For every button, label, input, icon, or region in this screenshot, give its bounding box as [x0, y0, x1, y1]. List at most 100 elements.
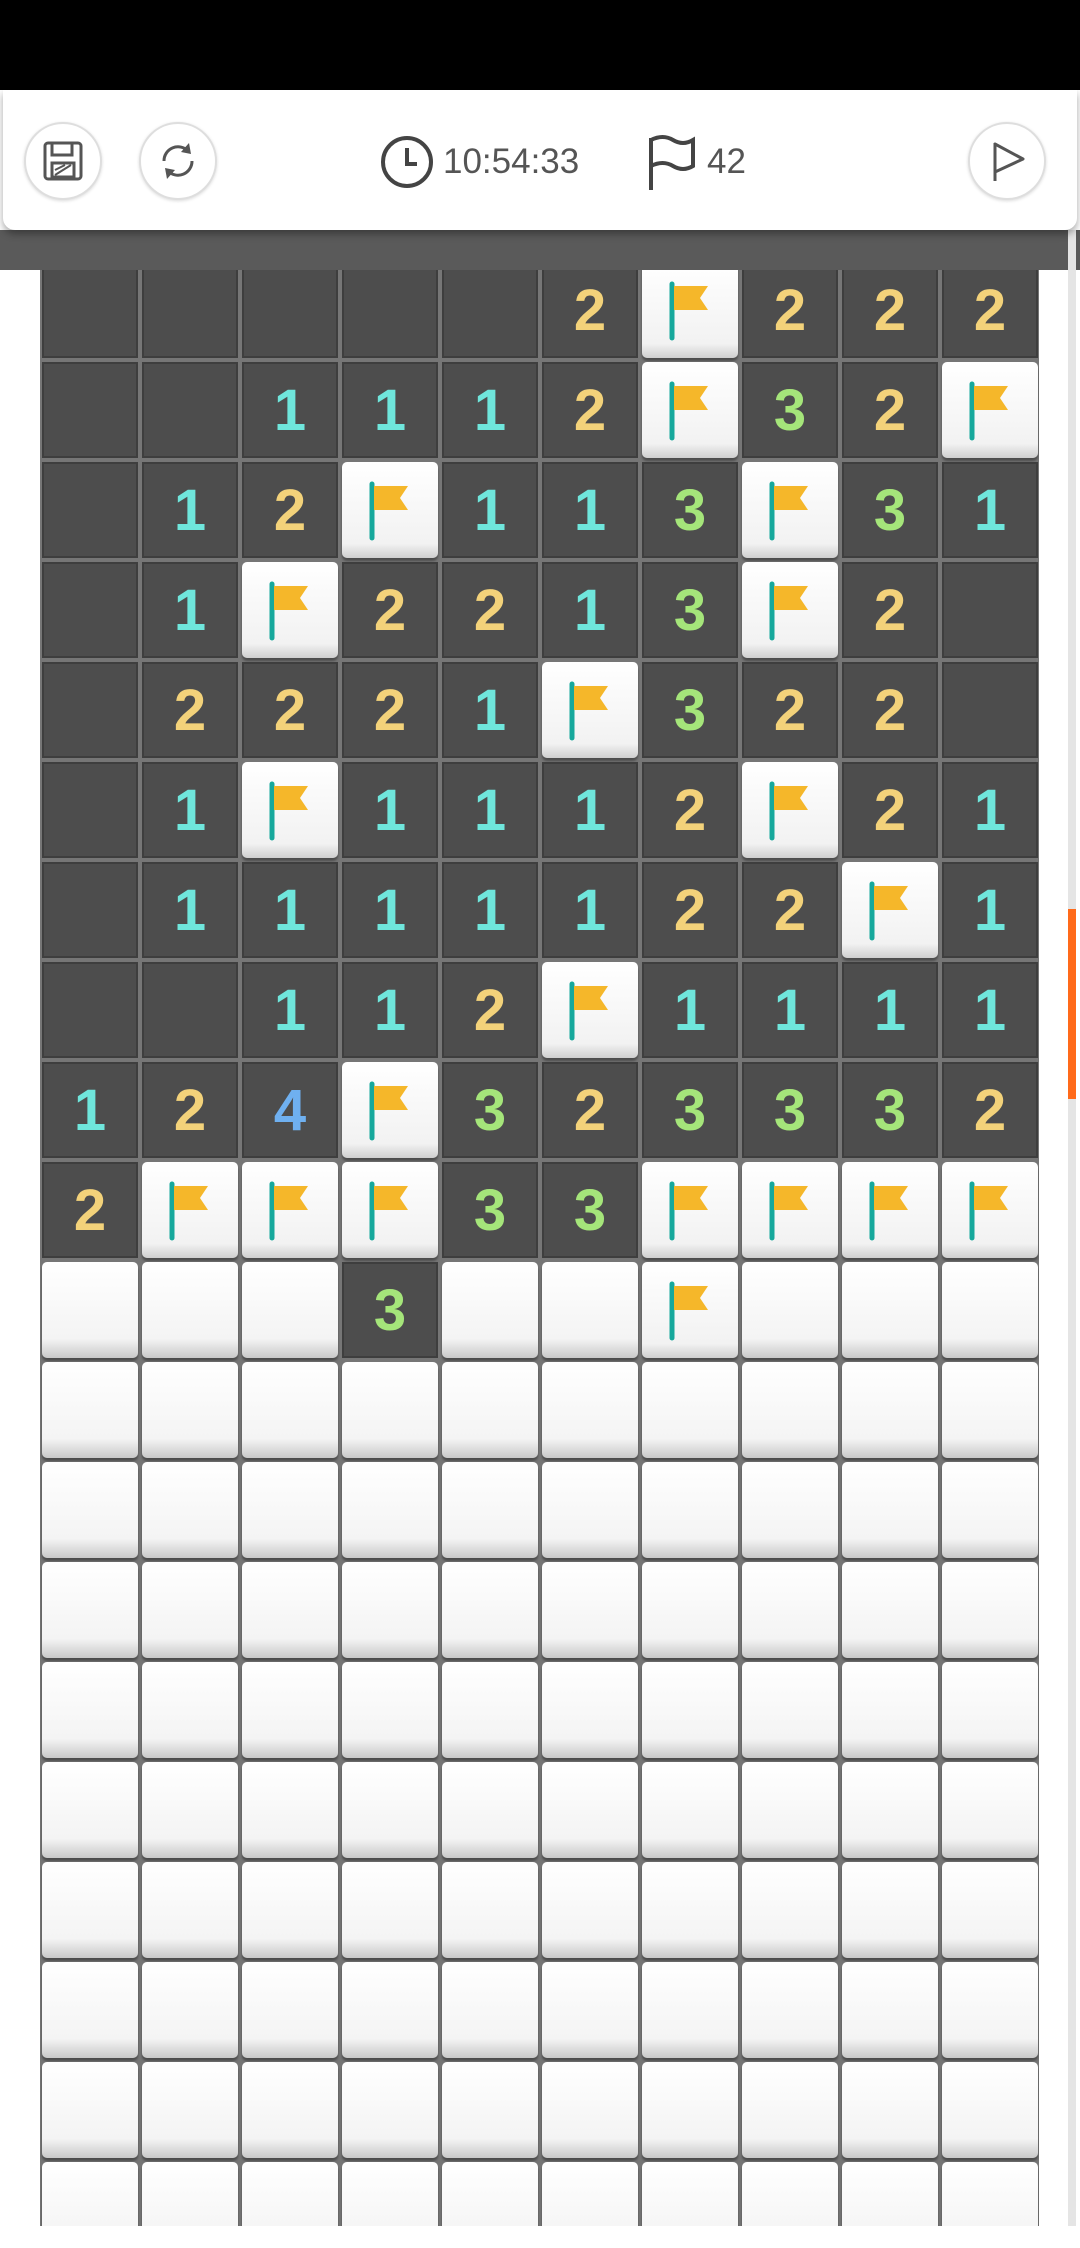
board-cell[interactable]: [442, 1962, 538, 2058]
board-cell[interactable]: [542, 2062, 638, 2158]
minefield-viewport[interactable]: 1111222211123212113311221322221322111122…: [40, 230, 1039, 2230]
board-cell[interactable]: [242, 1962, 338, 2058]
board-cell[interactable]: [942, 1362, 1038, 1458]
board-cell[interactable]: [742, 762, 838, 858]
board-cell[interactable]: [542, 1462, 638, 1558]
board-cell[interactable]: 2: [142, 662, 238, 758]
board-cell[interactable]: 3: [842, 462, 938, 558]
board-cell[interactable]: 1: [42, 1062, 138, 1158]
board-cell[interactable]: [642, 1562, 738, 1658]
board-cell[interactable]: [842, 2162, 938, 2230]
board-cell[interactable]: [842, 2062, 938, 2158]
board-cell[interactable]: 3: [442, 1062, 538, 1158]
board-cell[interactable]: [542, 1862, 638, 1958]
board-cell[interactable]: [42, 1362, 138, 1458]
board-cell[interactable]: 1: [542, 862, 638, 958]
board-cell[interactable]: [142, 1362, 238, 1458]
board-cell[interactable]: 2: [42, 1162, 138, 1258]
board-cell[interactable]: 1: [442, 762, 538, 858]
board-cell[interactable]: 2: [242, 462, 338, 558]
board-cell[interactable]: 1: [442, 362, 538, 458]
board-cell[interactable]: 3: [642, 562, 738, 658]
board-cell[interactable]: [142, 1962, 238, 2058]
board-cell[interactable]: [942, 2062, 1038, 2158]
board-cell[interactable]: [142, 2062, 238, 2158]
board-cell[interactable]: [142, 2162, 238, 2230]
board-cell[interactable]: [242, 262, 338, 358]
board-cell[interactable]: 3: [542, 1162, 638, 1258]
board-cell[interactable]: [742, 1662, 838, 1758]
board-cell[interactable]: [42, 862, 138, 958]
board-cell[interactable]: 2: [942, 262, 1038, 358]
board-cell[interactable]: [242, 1262, 338, 1358]
board-cell[interactable]: 2: [642, 862, 738, 958]
board-cell[interactable]: [342, 1962, 438, 2058]
board-cell[interactable]: [42, 1862, 138, 1958]
board-cell[interactable]: [842, 1262, 938, 1358]
board-cell[interactable]: 2: [442, 962, 538, 1058]
board-cell[interactable]: 2: [342, 662, 438, 758]
board-cell[interactable]: [142, 1262, 238, 1358]
board-cell[interactable]: 2: [642, 762, 738, 858]
board-cell[interactable]: 1: [242, 862, 338, 958]
board-cell[interactable]: [842, 1562, 938, 1658]
board-cell[interactable]: 1: [442, 662, 538, 758]
board-cell[interactable]: [642, 1362, 738, 1458]
board-cell[interactable]: [942, 562, 1038, 658]
board-cell[interactable]: [242, 1862, 338, 1958]
board-cell[interactable]: 2: [142, 1062, 238, 1158]
board-cell[interactable]: [242, 2062, 338, 2158]
flag-mode-button[interactable]: [968, 122, 1046, 200]
board-cell[interactable]: 2: [242, 662, 338, 758]
scrollbar-thumb[interactable]: [1068, 908, 1076, 1099]
board-cell[interactable]: [42, 262, 138, 358]
board-cell[interactable]: 3: [642, 1062, 738, 1158]
board-cell[interactable]: [842, 1862, 938, 1958]
board-cell[interactable]: [942, 1562, 1038, 1658]
board-cell[interactable]: [642, 1962, 738, 2058]
board-cell[interactable]: [342, 462, 438, 558]
board-cell[interactable]: [742, 1962, 838, 2058]
board-cell[interactable]: [42, 1662, 138, 1758]
board-cell[interactable]: [942, 1162, 1038, 1258]
board-cell[interactable]: [42, 962, 138, 1058]
board-cell[interactable]: [42, 762, 138, 858]
board-cell[interactable]: [342, 1162, 438, 1258]
board-cell[interactable]: [642, 262, 738, 358]
board-cell[interactable]: [242, 1562, 338, 1658]
board-cell[interactable]: 1: [742, 962, 838, 1058]
board-cell[interactable]: [742, 1462, 838, 1558]
board-cell[interactable]: 1: [642, 962, 738, 1058]
board-cell[interactable]: [542, 2162, 638, 2230]
board-cell[interactable]: [342, 1662, 438, 1758]
board-cell[interactable]: 3: [742, 362, 838, 458]
board-cell[interactable]: 1: [142, 462, 238, 558]
board-cell[interactable]: 2: [542, 262, 638, 358]
board-cell[interactable]: 2: [842, 762, 938, 858]
save-button[interactable]: [24, 122, 102, 200]
board-cell[interactable]: [242, 1362, 338, 1458]
board-cell[interactable]: [542, 1662, 638, 1758]
board-cell[interactable]: [342, 1462, 438, 1558]
board-cell[interactable]: [942, 1662, 1038, 1758]
board-cell[interactable]: 1: [542, 562, 638, 658]
board-cell[interactable]: 2: [542, 362, 638, 458]
board-cell[interactable]: [42, 662, 138, 758]
board-cell[interactable]: [42, 2062, 138, 2158]
board-cell[interactable]: [742, 1162, 838, 1258]
board-cell[interactable]: 1: [942, 462, 1038, 558]
board-cell[interactable]: 1: [942, 962, 1038, 1058]
board-cell[interactable]: [942, 1462, 1038, 1558]
board-cell[interactable]: [342, 1762, 438, 1858]
board-cell[interactable]: [942, 362, 1038, 458]
board-cell[interactable]: [742, 2162, 838, 2230]
board-cell[interactable]: [942, 1962, 1038, 2058]
board-cell[interactable]: 2: [442, 562, 538, 658]
board-cell[interactable]: [342, 1062, 438, 1158]
board-cell[interactable]: [742, 1262, 838, 1358]
board-cell[interactable]: [442, 2062, 538, 2158]
board-cell[interactable]: 2: [742, 262, 838, 358]
board-cell[interactable]: [142, 262, 238, 358]
board-cell[interactable]: [142, 962, 238, 1058]
board-cell[interactable]: [242, 562, 338, 658]
